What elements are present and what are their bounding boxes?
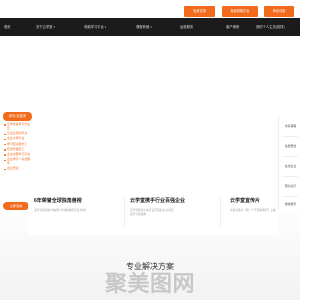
- bullet-icon: [4, 124, 6, 126]
- card-description: 全新宣传片《再一个不同的我们》上映: [230, 209, 276, 212]
- top-bar: 免费试用 免费领取平台 申请试用: [0, 0, 300, 17]
- rail-item[interactable]: 微信服务: [281, 202, 300, 206]
- chevron-down-icon: ▾: [53, 25, 55, 29]
- side-menu-item-label: 学习知识服务工: [7, 141, 28, 146]
- bullet-icon: [4, 138, 6, 141]
- side-menu-item[interactable]: 企业学习一站式服务: [3, 157, 32, 166]
- side-menu-item-label: 企业内部学习平台: [7, 151, 31, 156]
- nav-label: 首页: [4, 25, 11, 29]
- card-title: 6年荣誉全球独角兽榜: [34, 198, 82, 204]
- nav-item-home[interactable]: 首页: [4, 18, 11, 36]
- rail-divider: [282, 176, 298, 177]
- nav-item-courses[interactable]: 课程商城▾: [136, 18, 152, 36]
- rail-item[interactable]: 免费赠送: [281, 144, 300, 148]
- feature-card[interactable]: 云学堂宣传片 全新宣传片《再一个不同的我们》上映: [230, 190, 276, 235]
- side-menu: 你好,欢迎来 云学堂是学习行业云 云企业培训平台 企业大学平台 学习知识服务工 …: [3, 112, 32, 172]
- rail-divider: [282, 196, 298, 197]
- side-menu-item[interactable]: 云学堂是学习行业云: [3, 122, 32, 131]
- card-title: 云学堂宣传片: [230, 198, 261, 204]
- nav-label: 课程商城: [136, 25, 150, 29]
- main-nav: 首页 关于云学堂▾ 电脑学习平台▾ 课程商城▾ 运营服务 客户案例 我的个人主页…: [0, 18, 300, 36]
- side-menu-item-label: 培训管理员工: [7, 146, 25, 151]
- nav-label: 关于云学堂: [36, 25, 53, 29]
- nav-item-personal[interactable]: 我的个人主页(前排): [256, 18, 285, 36]
- chevron-down-icon: ▾: [104, 25, 107, 29]
- bullet-icon: [4, 168, 6, 171]
- side-menu-list: 云学堂是学习行业云 云企业培训平台 企业大学平台 学习知识服务工 培训管理员工 …: [3, 122, 32, 171]
- side-menu-item-label: 企业培训: [7, 166, 19, 171]
- card-divider: [124, 196, 125, 228]
- feature-card[interactable]: 6年荣誉全球独角兽榜 云学堂获得第6年被评"全球独角兽企业"榜单: [32, 190, 110, 235]
- bullet-icon: [4, 154, 6, 156]
- side-menu-item-label: 云学堂是学习行业云: [7, 122, 31, 130]
- side-menu-item-label: 企业大学平台: [7, 136, 25, 141]
- get-platform-button[interactable]: 免费领取平台: [222, 6, 258, 17]
- feature-cards: 6年荣誉全球独角兽榜 云学堂获得第6年被评"全球独角兽企业"榜单 云学堂携手行业…: [28, 190, 278, 235]
- rail-item[interactable]: 零基课程: [281, 124, 300, 128]
- rail-item[interactable]: 预约演示: [281, 184, 300, 188]
- feature-card[interactable]: 云学堂携手行业百强企业 云学堂携手众多行业百强企业,共创企业学习新篇章: [130, 190, 210, 235]
- nav-label: 电脑学习平台: [84, 25, 104, 29]
- nav-label: 运营服务: [180, 25, 194, 29]
- side-menu-header: 你好,欢迎来: [3, 112, 32, 121]
- rail-divider: [282, 136, 298, 137]
- side-menu-item-label: 云企业培训平台: [7, 131, 28, 136]
- chevron-down-icon: ▾: [150, 25, 152, 29]
- nav-item-operations[interactable]: 运营服务: [180, 18, 193, 36]
- nav-item-about[interactable]: 关于云学堂▾: [36, 18, 55, 36]
- bullet-icon: [4, 133, 6, 135]
- rail-item[interactable]: 在线企业: [281, 164, 300, 168]
- nav-item-platform[interactable]: 电脑学习平台▾: [84, 18, 106, 36]
- card-description: 云学堂获得第6年被评"全球独角兽企业"榜单: [34, 209, 86, 212]
- watermark-logo: 聚美图网: [104, 271, 195, 296]
- right-rail: 零基课程 免费赠送 在线企业 预约演示 微信服务: [278, 116, 300, 210]
- nav-label: 我的个人主页(前排): [256, 25, 285, 29]
- nav-label: 客户案例: [226, 25, 240, 29]
- side-menu-item[interactable]: 企业培训: [3, 166, 32, 171]
- free-trial-button[interactable]: 免费试用: [184, 6, 215, 17]
- rail-divider: [282, 156, 298, 157]
- card-divider: [220, 196, 221, 228]
- card-title: 云学堂携手行业百强企业: [130, 198, 186, 204]
- side-menu-item-label: 企业学习一站式服务: [7, 157, 31, 166]
- card-description: 云学堂携手众多行业百强企业,共创企业学习新篇章: [130, 209, 174, 216]
- nav-item-cases[interactable]: 客户案例: [226, 18, 239, 36]
- consult-now-button[interactable]: 立即咨询: [3, 202, 29, 210]
- bullet-icon: [4, 149, 6, 151]
- apply-trial-button[interactable]: 申请试用: [264, 6, 294, 17]
- bullet-icon: [4, 143, 6, 146]
- bullet-icon: [4, 159, 6, 162]
